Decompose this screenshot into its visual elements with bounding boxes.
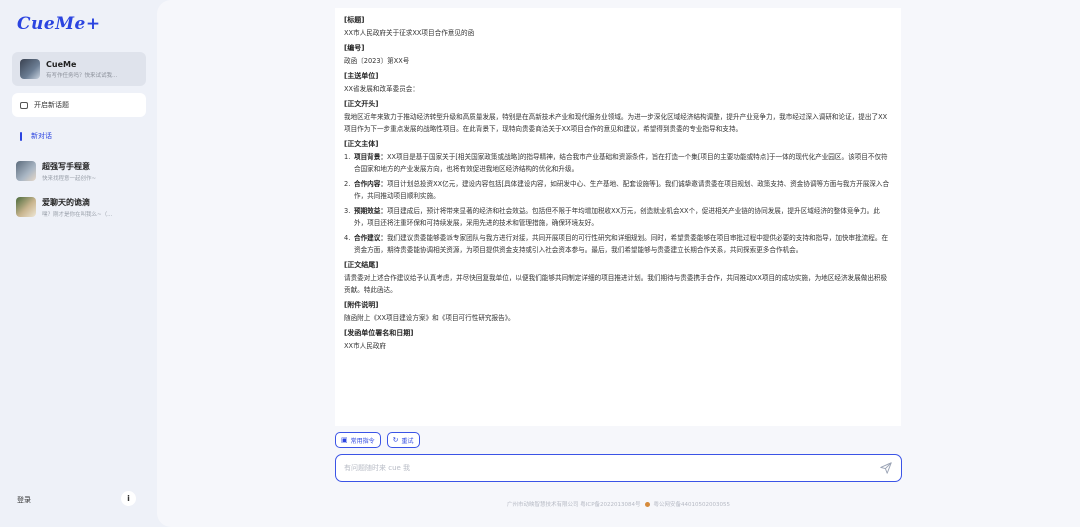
section-title: [发函单位署名和日期]	[344, 329, 414, 337]
section-title: [主送单位]	[344, 72, 379, 80]
new-topic-button[interactable]: 开启新话题	[12, 93, 146, 117]
section-title: [标题]	[344, 16, 365, 24]
list-item: 1. 项目背景：XX项目是基于国家关于[相关国家政策或战略]的指导精神，结合我市产…	[344, 153, 888, 173]
agent-name: CueMe	[46, 59, 77, 69]
chat-subtitle: 嘿？刚才是你在叫我么~（...	[42, 211, 113, 218]
section-title: [编号]	[344, 44, 365, 52]
section-text: 请贵委对上述合作建议给予认真考虑，并尽快回复我单位，以便我们能够共同制定详细的项…	[344, 274, 888, 294]
footer: 广州市动映智慧技术有限公司 粤ICP备2022013084号 粤公网安备4401…	[335, 500, 902, 508]
avatar	[16, 161, 36, 181]
retry-button[interactable]: ↻ 重试	[386, 432, 420, 448]
police-record-link[interactable]: 粤公网安备44010502003055	[654, 500, 731, 508]
command-icon: ▣	[341, 436, 348, 444]
login-link[interactable]: 登录	[17, 495, 31, 505]
list-item: 2. 合作内容：项目计划总投资XX亿元，建设内容包括[具体建设内容，如研发中心、生…	[344, 180, 890, 200]
avatar	[20, 59, 40, 79]
history-item-label: 新对话	[31, 132, 52, 140]
chat-item-chatter[interactable]: 爱聊天的诡滴 嘿？刚才是你在叫我么~（...	[16, 195, 150, 219]
agent-card-cueme[interactable]: CueMe 有写作任务吗？快来试试我...	[12, 52, 146, 86]
section-text: 随函附上《XX项目建设方案》和《项目可行性研究报告》。	[344, 314, 515, 322]
send-icon[interactable]	[879, 461, 893, 475]
main-panel: [标题] XX市人民政府关于征求XX项目合作意见的函 [编号] 政函〔2023〕…	[157, 0, 1080, 527]
active-indicator	[20, 131, 22, 141]
section-title: [附件说明]	[344, 301, 379, 309]
chat-item-writer[interactable]: 超强写手程意 快来找程意一起创作~	[16, 159, 150, 183]
chat-subtitle: 快来找程意一起创作~	[42, 175, 97, 182]
agent-subtitle: 有写作任务吗？快来试试我...	[46, 72, 118, 79]
document-response: [标题] XX市人民政府关于征求XX项目合作意见的函 [编号] 政函〔2023〕…	[335, 8, 901, 426]
chat-input-box	[335, 454, 902, 482]
history-item-new-chat[interactable]: 新对话	[20, 131, 52, 141]
section-text: 政函〔2023〕第XX号	[344, 57, 410, 65]
info-icon[interactable]: i	[121, 491, 136, 506]
section-title: [正文开头]	[344, 100, 379, 108]
new-topic-label: 开启新话题	[34, 101, 69, 109]
section-text: XX省发展和改革委员会：	[344, 85, 419, 93]
section-title: [正文主体]	[344, 140, 379, 148]
chat-name: 超强写手程意	[42, 161, 90, 171]
icp-link[interactable]: 广州市动映智慧技术有限公司 粤ICP备2022013084号	[507, 500, 641, 508]
section-text: XX市人民政府关于征求XX项目合作意见的函	[344, 29, 475, 37]
common-commands-button[interactable]: ▣ 常用指令	[335, 432, 381, 448]
refresh-icon: ↻	[392, 436, 399, 444]
chat-bubble-icon	[20, 101, 28, 109]
list-item: 3. 预期效益：项目建成后，预计将带来显著的经济和社会效益。包括但不限于年均增加税…	[344, 207, 880, 227]
list-item: 4. 合作建议：我们建议贵委能够委派专家团队与我方进行对接，共同开展项目的可行性研…	[344, 234, 889, 254]
chat-name: 爱聊天的诡滴	[42, 197, 90, 207]
section-text: XX市人民政府	[344, 342, 387, 350]
body-list: 1. 项目背景：XX项目是基于国家关于[相关国家政策或战略]的指导精神，结合我市产…	[344, 151, 891, 256]
quick-actions: ▣ 常用指令 ↻ 重试	[335, 432, 420, 448]
app-logo[interactable]: CueMe+	[17, 14, 101, 34]
police-badge-icon	[644, 501, 650, 507]
chat-input[interactable]	[344, 464, 879, 472]
section-text: 我地区近年来致力于推动经济转型升级和高质量发展，特别是在高新技术产业和现代服务业…	[344, 113, 888, 133]
avatar	[16, 197, 36, 217]
sidebar: CueMe+ CueMe 有写作任务吗？快来试试我... 开启新话题 新对话 超…	[0, 0, 157, 527]
section-title: [正文结尾]	[344, 261, 379, 269]
